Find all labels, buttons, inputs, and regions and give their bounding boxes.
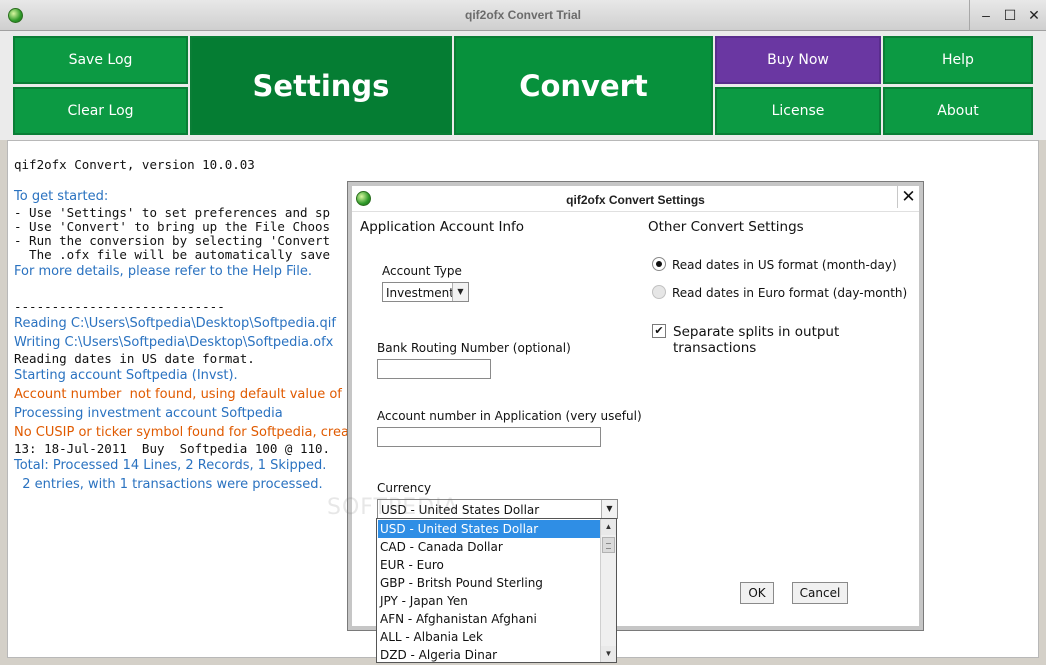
buy-now-button[interactable]: Buy Now [715,36,881,84]
log-line: - Use 'Convert' to bring up the File Cho… [14,219,331,234]
license-button[interactable]: License [715,87,881,135]
account-type-label: Account Type [382,264,462,278]
log-line: For more details, please refer to the He… [14,264,312,279]
scroll-down-icon[interactable]: ▼ [601,646,616,662]
convert-button[interactable]: Convert [454,36,713,135]
clear-log-button[interactable]: Clear Log [13,87,188,135]
window-controls: – ☐ ✕ [969,0,1046,31]
log-line: - Run the conversion by selecting 'Conve… [14,233,331,248]
help-button[interactable]: Help [883,36,1033,84]
chevron-down-icon: ▼ [452,283,468,301]
separate-splits-label[interactable]: Separate splits in output transactions [673,324,923,356]
currency-option[interactable]: AFN - Afghanistan Afghani [378,610,600,628]
currency-option[interactable]: ALL - Albania Lek [378,628,600,646]
minimize-button[interactable]: – [974,0,998,31]
close-button[interactable]: ✕ [1022,0,1046,31]
settings-button[interactable]: Settings [190,36,452,135]
account-type-value: Investment [386,286,454,300]
currency-select[interactable]: USD - United States Dollar ▼ [377,499,618,519]
window-title: qif2ofx Convert Trial [464,8,582,22]
currency-option[interactable]: JPY - Japan Yen [378,592,600,610]
dialog-title: qif2ofx Convert Settings [566,193,705,207]
save-log-button[interactable]: Save Log [13,36,188,84]
dialog-titlebar[interactable]: qif2ofx Convert Settings [352,186,919,212]
account-number-input[interactable] [377,427,601,447]
log-line: Starting account Softpedia (Invst). [14,368,238,383]
about-button[interactable]: About [883,87,1033,135]
currency-option[interactable]: EUR - Euro [378,556,600,574]
log-line: qif2ofx Convert, version 10.0.03 [14,157,255,172]
toolbar: Save Log Clear Log Settings Convert Buy … [0,31,1046,140]
log-line: Total: Processed 14 Lines, 2 Records, 1 … [14,458,327,473]
separate-splits-checkbox[interactable]: ✔ [652,324,666,338]
other-settings-heading: Other Convert Settings [648,219,804,235]
maximize-button[interactable]: ☐ [998,0,1022,31]
currency-dropdown-list[interactable]: USD - United States Dollar CAD - Canada … [376,518,617,663]
log-line: To get started: [14,189,109,204]
main-titlebar[interactable]: qif2ofx Convert Trial – ☐ ✕ [0,0,1046,31]
radio-euro-dates[interactable] [652,285,666,299]
account-number-label: Account number in Application (very usef… [377,409,642,423]
log-line: ---------------------------- [14,299,225,314]
log-line: 2 entries, with 1 transactions were proc… [14,477,323,492]
currency-label: Currency [377,481,432,495]
radio-us-dates-label[interactable]: Read dates in US format (month-day) [672,258,897,272]
dialog-close-button[interactable]: ✕ [897,186,919,208]
log-line: Reading C:\Users\Softpedia\Desktop\Softp… [14,316,336,331]
dropdown-scrollbar[interactable]: ▲ ▼ [600,519,616,662]
chevron-down-icon: ▼ [601,500,617,518]
log-line: Processing investment account Softpedia [14,406,283,421]
radio-us-dates[interactable] [652,257,666,271]
log-line: Reading dates in US date format. [14,351,255,366]
currency-value: USD - United States Dollar [381,503,540,517]
window-controls-divider [969,0,970,31]
bank-routing-label: Bank Routing Number (optional) [377,341,571,355]
log-line: The .ofx file will be automatically save [14,247,331,262]
scroll-up-icon[interactable]: ▲ [601,519,616,535]
app-account-heading: Application Account Info [360,219,525,235]
account-type-select[interactable]: Investment ▼ [382,282,469,302]
currency-option[interactable]: GBP - Britsh Pound Sterling [378,574,600,592]
log-line: No CUSIP or ticker symbol found for Soft… [14,425,366,440]
currency-option[interactable]: CAD - Canada Dollar [378,538,600,556]
log-line: Writing C:\Users\Softpedia\Desktop\Softp… [14,335,334,350]
bank-routing-input[interactable] [377,359,491,379]
log-line: 13: 18-Jul-2011 Buy Softpedia 100 @ 110. [14,441,331,456]
currency-option[interactable]: USD - United States Dollar [378,520,600,538]
ok-button[interactable]: OK [740,582,774,604]
scrollbar-thumb[interactable] [602,537,615,553]
currency-option[interactable]: DZD - Algeria Dinar [378,646,600,662]
log-line: Account number not found, using default … [14,387,363,402]
radio-euro-dates-label[interactable]: Read dates in Euro format (day-month) [672,286,907,300]
log-line: - Use 'Settings' to set preferences and … [14,205,331,220]
cancel-button[interactable]: Cancel [792,582,848,604]
